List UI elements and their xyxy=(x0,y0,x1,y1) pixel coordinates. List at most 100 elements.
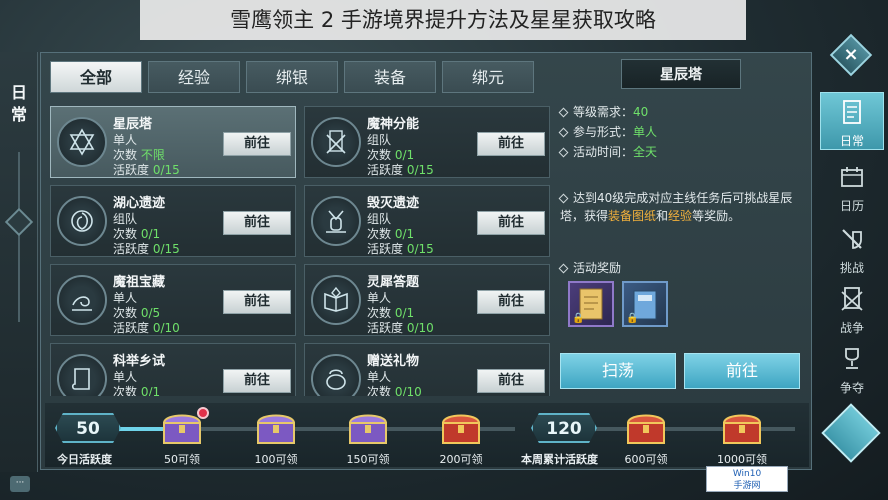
sword-shield-icon xyxy=(842,229,862,249)
go-button[interactable]: 前往 xyxy=(223,290,291,314)
page-title-banner: 雪鹰领主 2 手游境界提升方法及星星获取攻略 xyxy=(140,0,746,40)
chest-label: 50可领 xyxy=(164,453,200,466)
go-button-main[interactable]: 前往 xyxy=(684,353,800,389)
chest-icon[interactable] xyxy=(721,409,763,447)
task-count: 次数 0/1 xyxy=(113,385,161,396)
activity-description: 达到40级完成对应主线任务后可挑战星辰塔，获得装备图纸和经验等奖励。 xyxy=(558,191,793,223)
war-banner-icon xyxy=(841,287,863,311)
today-activity-value: 50 xyxy=(55,413,121,443)
task-count: 次数 0/10 xyxy=(367,385,422,396)
book-icon xyxy=(311,275,361,325)
tab-bound-silver[interactable]: 绑银 xyxy=(246,61,338,93)
reward-item-blueprint[interactable]: 🔒 xyxy=(568,281,614,327)
chest-label: 600可领 xyxy=(624,453,668,466)
task-card-doom-ruins[interactable]: 毁灭遗迹 组队 次数 0/1 活跃度 0/15 前往 xyxy=(304,185,550,257)
go-button[interactable]: 前往 xyxy=(223,211,291,235)
chest-icon[interactable] xyxy=(255,409,297,447)
today-progress-fill xyxy=(115,427,163,431)
chest-label: 200可领 xyxy=(439,453,483,466)
nav-label: 日常 xyxy=(839,134,864,148)
go-button[interactable]: 前往 xyxy=(477,290,545,314)
lock-icon: 🔒 xyxy=(572,313,585,324)
task-card-gift[interactable]: 赠送礼物 单人 次数 0/10 前往 xyxy=(304,343,550,396)
reward-heading: 活动奖励 xyxy=(558,259,621,276)
chest-icon[interactable] xyxy=(440,409,482,447)
task-name: 星辰塔 xyxy=(113,117,153,132)
task-card-exam[interactable]: 科举乡试 单人 次数 0/1 前往 xyxy=(50,343,296,396)
task-card-demon-treasure[interactable]: 魔祖宝藏 单人 次数 0/5 活跃度 0/10 前往 xyxy=(50,264,296,336)
nav-label: 挑战 xyxy=(839,261,864,275)
detail-title: 星辰塔 xyxy=(621,59,741,89)
task-activity: 活跃度 0/15 xyxy=(113,242,180,256)
task-name: 魔祖宝藏 xyxy=(113,275,166,290)
activity-time: 活动时间：全天 xyxy=(558,143,657,160)
tab-equipment[interactable]: 装备 xyxy=(344,61,436,93)
calendar-icon xyxy=(841,167,863,187)
go-button[interactable]: 前往 xyxy=(477,132,545,156)
diamond-icon xyxy=(558,127,569,138)
today-activity-label: 今日活跃度 xyxy=(57,453,112,466)
task-card-demon-split[interactable]: 魔神分能 组队 次数 0/1 活跃度 0/15 前往 xyxy=(304,106,550,178)
lock-icon: 🔒 xyxy=(626,313,639,324)
reward-item-exp-book[interactable]: 🔒 xyxy=(622,281,668,327)
swirl-icon xyxy=(57,275,107,325)
task-activity: 活跃度 0/15 xyxy=(113,163,180,177)
nav-item-war[interactable]: 战争 xyxy=(820,280,884,338)
right-navigation: × 日常 日历 挑战 战争 争夺 xyxy=(814,33,888,476)
task-name: 毁灭遗迹 xyxy=(367,196,420,211)
task-card-quiz[interactable]: 灵犀答题 单人 次数 0/1 活跃度 0/10 前往 xyxy=(304,264,550,336)
task-name: 赠送礼物 xyxy=(367,354,420,369)
go-button[interactable]: 前往 xyxy=(223,369,291,393)
go-button[interactable]: 前往 xyxy=(477,369,545,393)
nav-item-daily[interactable]: 日常 xyxy=(820,92,884,150)
level-requirement: 等级需求：40 xyxy=(558,103,648,120)
nav-item-calendar[interactable]: 日历 xyxy=(820,158,884,216)
close-button[interactable]: × xyxy=(829,33,873,77)
banner-swords-icon xyxy=(311,117,361,167)
bird-icon[interactable] xyxy=(821,403,881,463)
activity-progress-strip: 50 今日活跃度 120 本周累计活跃度 50可领 100可领 150可领 20… xyxy=(45,403,809,467)
nav-item-challenge[interactable]: 挑战 xyxy=(820,220,884,278)
task-card-star-tower[interactable]: 星辰塔 单人 次数 不限 活跃度 0/15 前往 xyxy=(50,106,296,178)
chest-icon[interactable] xyxy=(625,409,667,447)
week-activity-label: 本周累计活跃度 xyxy=(521,453,598,466)
activity-panel: 全部 经验 绑银 装备 绑元 星辰塔 单人 次数 不限 活跃度 0/15 前往 … xyxy=(40,52,812,470)
sweep-button[interactable]: 扫荡 xyxy=(560,353,676,389)
go-button[interactable]: 前往 xyxy=(223,132,291,156)
diamond-icon xyxy=(558,193,569,204)
participation-mode: 参与形式：单人 xyxy=(558,123,657,140)
tab-all[interactable]: 全部 xyxy=(50,61,142,93)
rail-title: 日常 xyxy=(10,83,27,124)
nav-label: 战争 xyxy=(839,321,864,335)
chat-icon[interactable]: ··· xyxy=(10,476,30,492)
scroll-book-icon xyxy=(843,100,861,124)
task-name: 科举乡试 xyxy=(113,354,166,369)
go-button[interactable]: 前往 xyxy=(477,211,545,235)
task-activity: 活跃度 0/10 xyxy=(367,321,434,335)
task-activity: 活跃度 0/15 xyxy=(367,242,434,256)
task-card-lake-ruins[interactable]: 湖心遗迹 组队 次数 0/1 活跃度 0/15 前往 xyxy=(50,185,296,257)
watermark-logo: Win10 手游网 xyxy=(706,466,788,492)
left-side-rail: 日常 xyxy=(0,52,38,472)
tab-bound-yuan[interactable]: 绑元 xyxy=(442,61,534,93)
tab-exp[interactable]: 经验 xyxy=(148,61,240,93)
notification-dot xyxy=(197,407,209,419)
chest-label: 1000可领 xyxy=(717,453,767,466)
nav-item-contest[interactable]: 争夺 xyxy=(820,340,884,398)
chest-icon[interactable] xyxy=(347,409,389,447)
diamond-icon xyxy=(4,207,34,237)
activity-detail: 星辰塔 等级需求：40 参与形式：单人 活动时间：全天 达到40级完成对应主线任… xyxy=(556,59,806,399)
diamond-icon xyxy=(558,263,569,274)
hexagram-icon xyxy=(57,117,107,167)
close-icon: × xyxy=(843,44,859,65)
crossed-swords-icon xyxy=(311,196,361,246)
category-tabs: 全部 经验 绑银 装备 绑元 xyxy=(50,61,534,93)
scroll-icon xyxy=(57,354,107,396)
trophy-icon xyxy=(845,348,859,369)
nav-label: 争夺 xyxy=(839,381,864,395)
diamond-icon xyxy=(558,147,569,158)
gift-bag-icon xyxy=(311,354,361,396)
diamond-icon xyxy=(558,107,569,118)
nav-label: 日历 xyxy=(839,199,864,213)
vortex-icon xyxy=(57,196,107,246)
